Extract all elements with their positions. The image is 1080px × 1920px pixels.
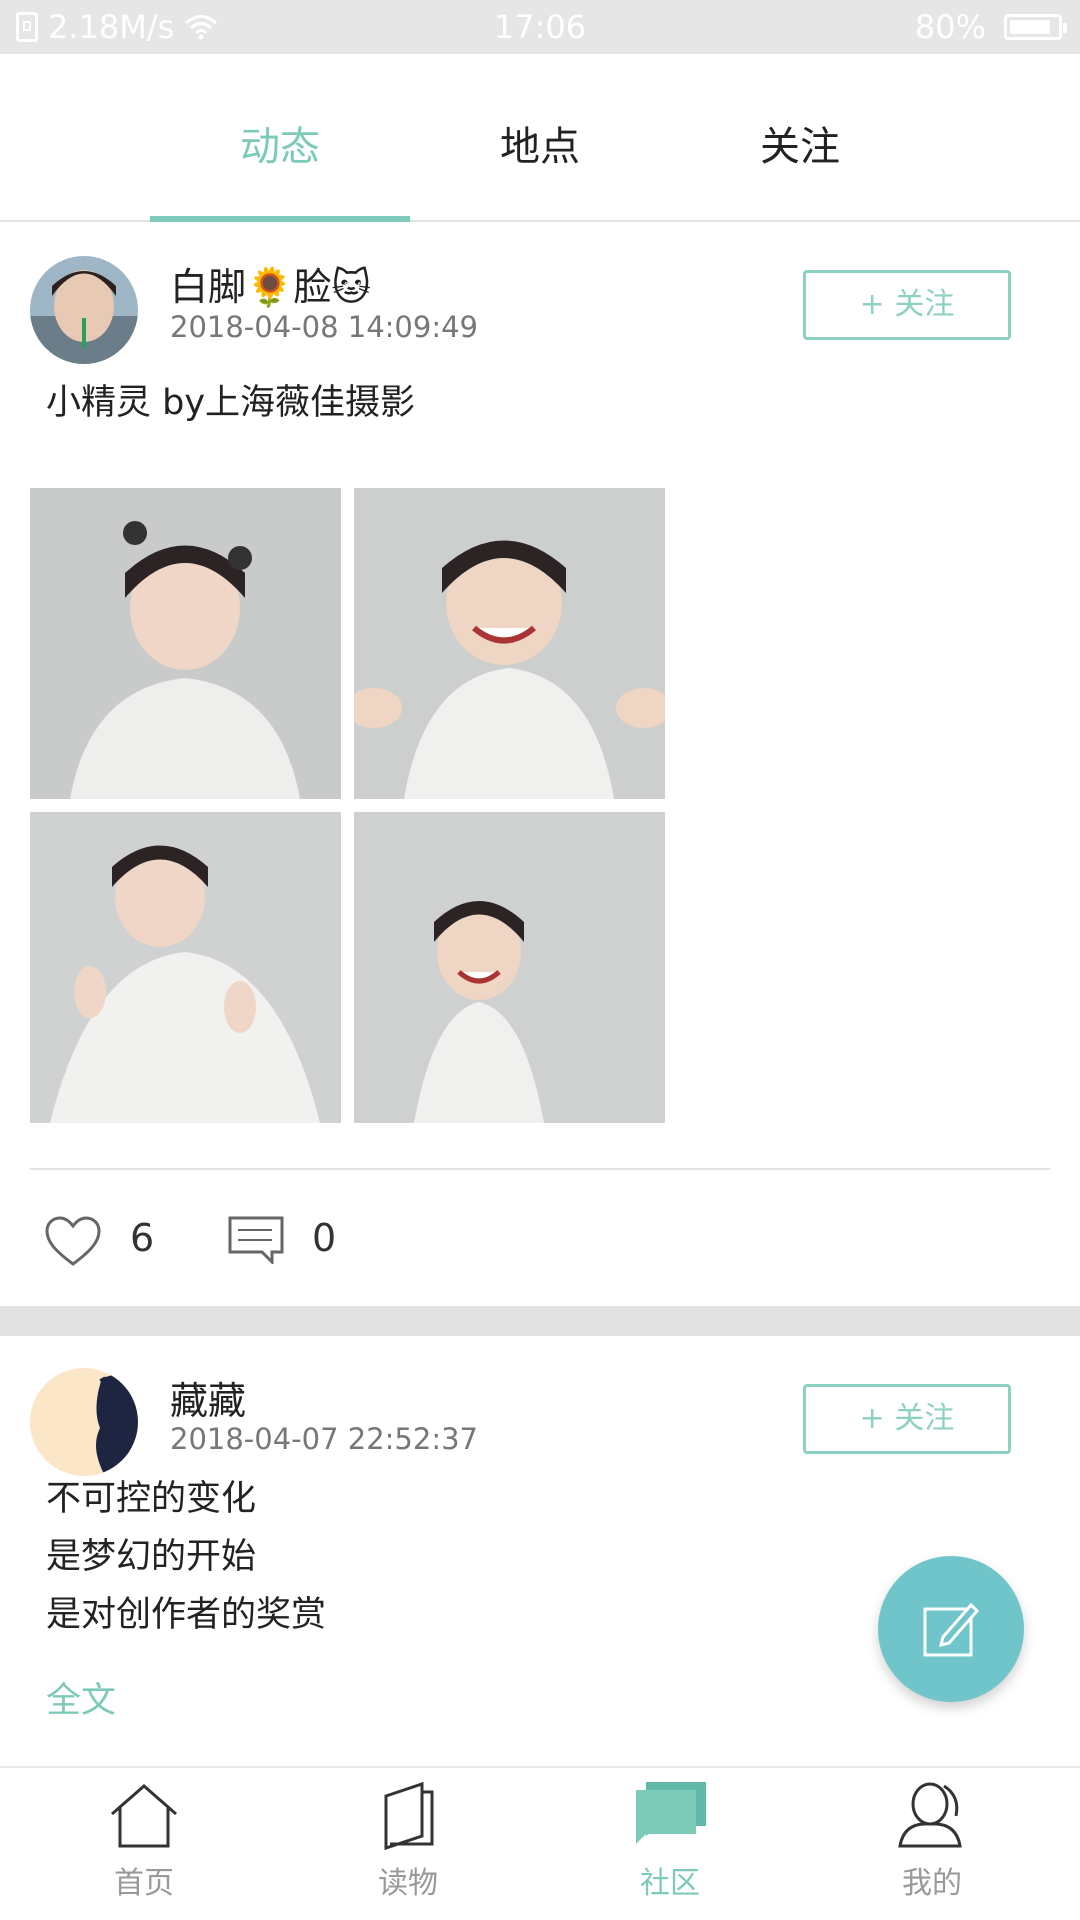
post-photo[interactable] [354, 488, 665, 799]
post-card: 白脚🌻脸🐱 2018-04-08 14:09:49 + 关注 小精灵 by上海薇… [0, 222, 1080, 1302]
compose-button[interactable] [878, 1556, 1024, 1702]
nav-home[interactable]: 首页 [64, 1780, 224, 1902]
comment-count: 0 [312, 1216, 337, 1260]
tab-dynamic[interactable]: 动态 [150, 114, 410, 172]
post-timestamp: 2018-04-08 14:09:49 [170, 310, 478, 344]
post-photo[interactable] [354, 812, 665, 1123]
status-bar: 2.18M/s 17:06 80% [0, 0, 1080, 54]
post-divider [30, 1168, 1050, 1170]
nav-label: 首页 [114, 1866, 174, 1901]
post-text: 小精灵 by上海薇佳摄影 [46, 383, 416, 423]
battery-percent: 80% [914, 8, 986, 46]
battery-icon [1004, 14, 1067, 40]
nav-reading[interactable]: 读物 [328, 1780, 488, 1902]
post-separator [0, 1306, 1080, 1336]
like-count: 6 [130, 1216, 155, 1260]
follow-button[interactable]: + 关注 [803, 1384, 1011, 1454]
follow-button[interactable]: + 关注 [803, 270, 1011, 340]
top-tab-bar: 动态 地点 关注 [0, 54, 1080, 222]
post-text-line: 是梦幻的开始 [46, 1537, 257, 1577]
heart-icon [45, 1216, 101, 1266]
edit-icon [923, 1602, 980, 1657]
community-icon [636, 1782, 706, 1844]
nav-label: 读物 [378, 1866, 438, 1901]
tab-location[interactable]: 地点 [410, 114, 670, 172]
post-text-line: 是对创作者的奖赏 [46, 1595, 327, 1635]
post-text-line: 不可控的变化 [46, 1479, 257, 1519]
profile-icon [898, 1782, 962, 1848]
post-timestamp: 2018-04-07 22:52:37 [170, 1422, 478, 1456]
book-icon [384, 1781, 434, 1851]
comment-icon [228, 1216, 284, 1264]
avatar[interactable] [30, 1368, 138, 1476]
post-photo[interactable] [30, 812, 341, 1123]
full-text-link[interactable]: 全文 [46, 1672, 116, 1723]
nav-label: 我的 [902, 1866, 962, 1901]
post-photo[interactable] [30, 488, 341, 799]
nav-community[interactable]: 社区 [590, 1780, 750, 1902]
username[interactable]: 白脚🌻脸🐱 [170, 256, 371, 311]
like-button[interactable]: 6 [44, 1212, 164, 1272]
tab-following[interactable]: 关注 [670, 114, 930, 172]
status-right: 80% [914, 8, 1067, 46]
username[interactable]: 藏藏 [170, 1370, 246, 1425]
nav-label: 社区 [640, 1866, 700, 1901]
comment-button[interactable]: 0 [228, 1212, 348, 1272]
post-text: 不可控的变化 是梦幻的开始 是对创作者的奖赏 [46, 1470, 326, 1644]
avatar[interactable] [30, 256, 138, 364]
post-card: 藏藏 2018-04-07 22:52:37 + 关注 不可控的变化 是梦幻的开… [0, 1336, 1080, 1766]
home-icon [111, 1784, 177, 1848]
nav-profile[interactable]: 我的 [852, 1780, 1012, 1902]
bottom-nav: 首页 读物 社区 我的 [0, 1766, 1080, 1920]
